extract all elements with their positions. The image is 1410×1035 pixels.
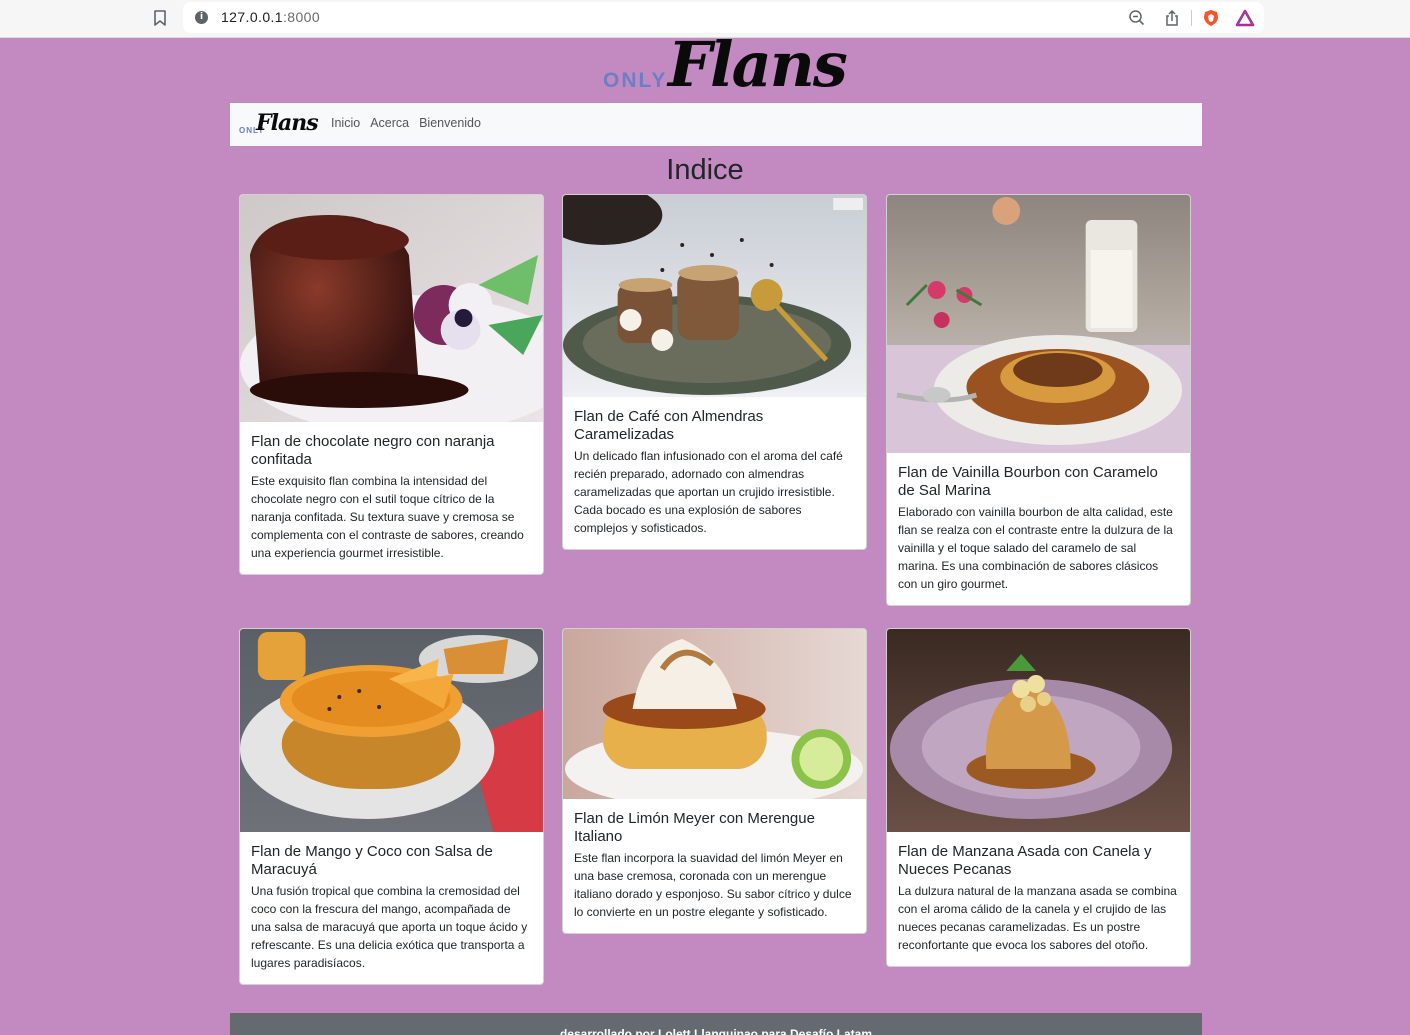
card-title: Flan de Mango y Coco con Salsa de Maracu… bbox=[251, 843, 493, 878]
card-title: Flan de chocolate negro con naranja conf… bbox=[251, 433, 495, 468]
brave-shields-icon[interactable] bbox=[1201, 8, 1221, 28]
nav-links: Inicio Acerca Bienvenido bbox=[331, 116, 481, 130]
card-text: Una fusión tropical que combina la cremo… bbox=[251, 884, 528, 970]
flan-card-cafe[interactable]: Flan de Café con Almendras Caramelizadas… bbox=[562, 194, 867, 550]
flan-card-limon[interactable]: Flan de Limón Meyer con Merengue Italian… bbox=[562, 628, 867, 934]
share-icon[interactable] bbox=[1162, 8, 1182, 28]
nav-link-acerca[interactable]: Acerca bbox=[370, 116, 409, 130]
flan-card-manzana[interactable]: Flan de Manzana Asada con Canela y Nuece… bbox=[886, 628, 1191, 967]
card-text: Este exquisito flan combina la intensida… bbox=[251, 474, 524, 560]
card-text: Elaborado con vainilla bourbon de alta c… bbox=[898, 505, 1173, 591]
navbar-logo-flans: Flans bbox=[256, 110, 319, 136]
card-title: Flan de Café con Almendras Caramelizadas bbox=[574, 408, 764, 443]
flan-card-chocolate[interactable]: Flan de chocolate negro con naranja conf… bbox=[239, 194, 544, 575]
footer-text: desarrollado por Lolett Llanquinao para … bbox=[559, 1027, 873, 1035]
card-text: Este flan incorpora la suavidad del limó… bbox=[574, 851, 852, 919]
url-text[interactable]: 127.0.0.1:8000 bbox=[221, 9, 320, 25]
site-info-icon[interactable]: i bbox=[195, 11, 208, 24]
card-title: Flan de Limón Meyer con Merengue Italian… bbox=[574, 810, 815, 845]
logo-flans-text: Flans bbox=[668, 28, 848, 101]
bookmark-icon[interactable] bbox=[150, 8, 170, 28]
chocolate-flan-image bbox=[240, 195, 543, 422]
navbar-brand-logo[interactable]: ONLY Flans bbox=[238, 109, 319, 141]
navbar: ONLY Flans Inicio Acerca Bienvenido bbox=[230, 103, 1202, 146]
toolbar-divider bbox=[1191, 10, 1192, 26]
card-text: Un delicado flan infusionado con el arom… bbox=[574, 449, 843, 535]
vainilla-flan-image bbox=[887, 195, 1190, 453]
card-text: La dulzura natural de la manzana asada s… bbox=[898, 884, 1177, 952]
nav-link-inicio[interactable]: Inicio bbox=[331, 116, 360, 130]
brand-logo: ONLY Flans bbox=[600, 28, 848, 102]
limon-flan-image bbox=[563, 629, 866, 799]
card-title: Flan de Vainilla Bourbon con Caramelo de… bbox=[898, 464, 1158, 499]
nav-link-bienvenido[interactable]: Bienvenido bbox=[419, 116, 481, 130]
page-title: Indice bbox=[666, 154, 744, 186]
mango-flan-image bbox=[240, 629, 543, 832]
flan-card-mango[interactable]: Flan de Mango y Coco con Salsa de Maracu… bbox=[239, 628, 544, 985]
card-title: Flan de Manzana Asada con Canela y Nuece… bbox=[898, 843, 1152, 878]
page-footer: desarrollado por Lolett Llanquinao para … bbox=[230, 1013, 1202, 1035]
logo-only-text: ONLY bbox=[603, 69, 668, 92]
zoom-icon[interactable] bbox=[1127, 8, 1147, 28]
brave-rewards-icon[interactable] bbox=[1235, 8, 1255, 28]
cafe-flan-image bbox=[563, 195, 866, 397]
flan-card-vainilla[interactable]: Flan de Vainilla Bourbon con Caramelo de… bbox=[886, 194, 1191, 606]
manzana-flan-image bbox=[887, 629, 1190, 832]
